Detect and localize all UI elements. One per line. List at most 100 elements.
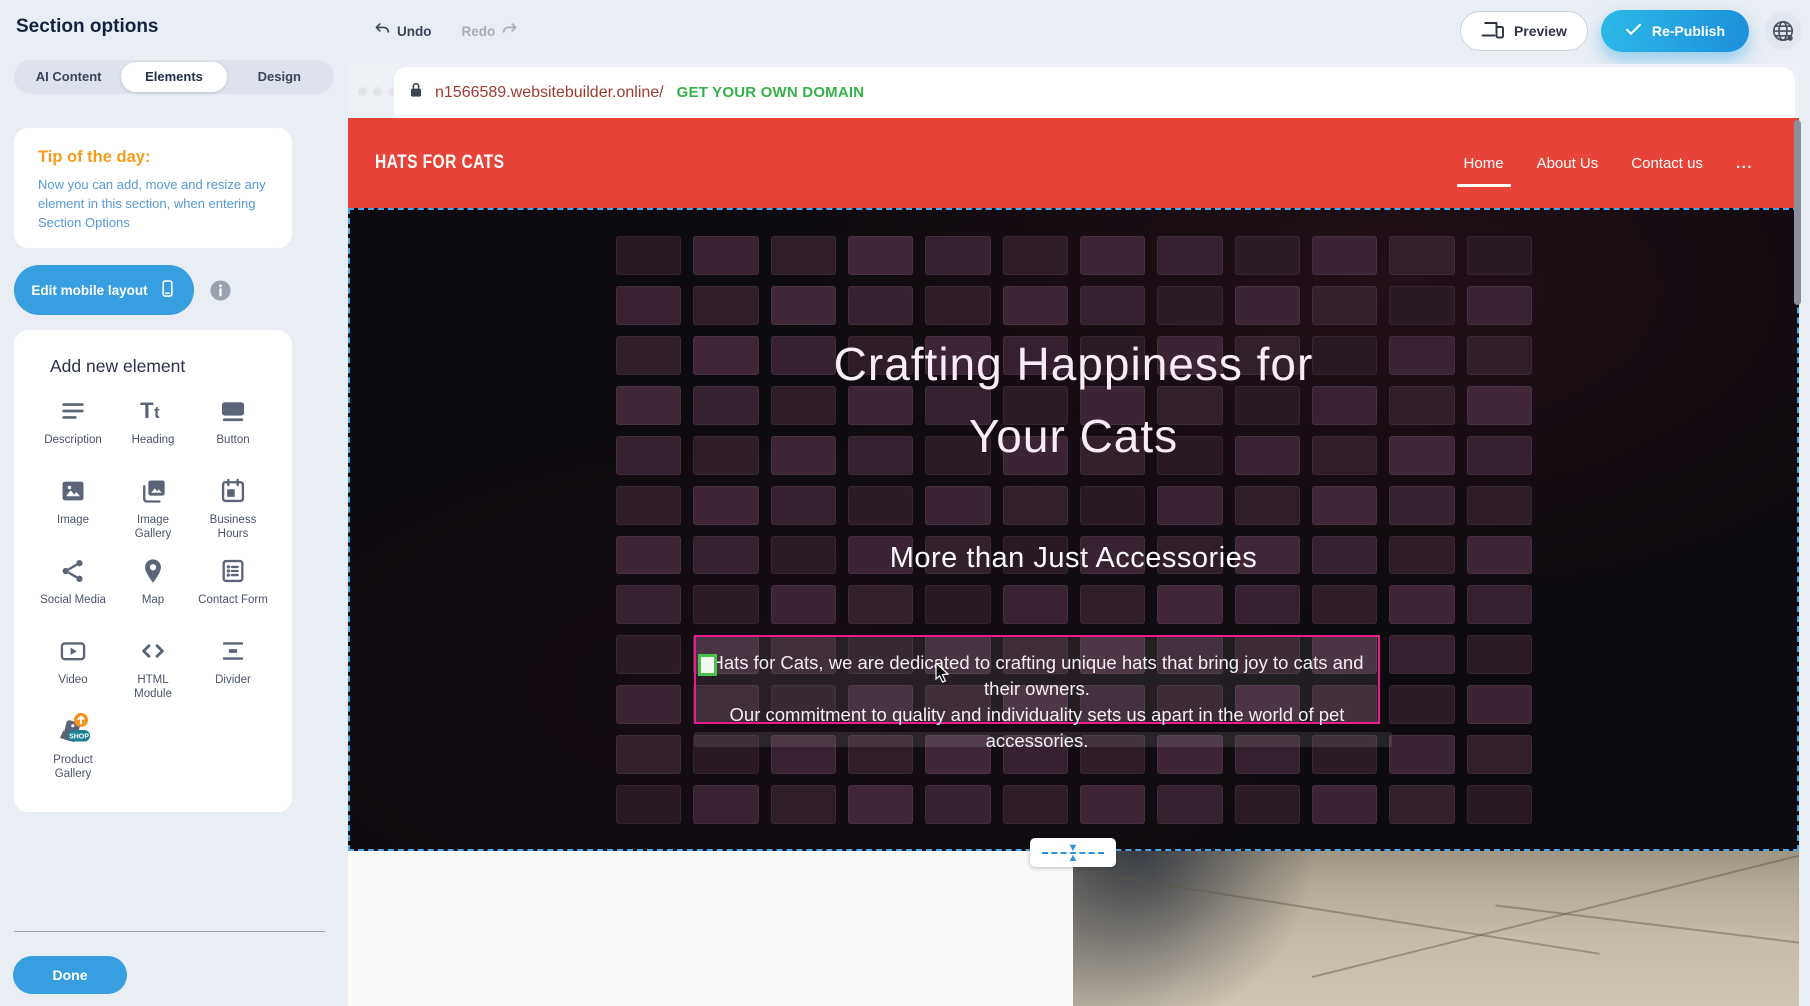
wall-tile <box>925 236 990 275</box>
wall-tile <box>1389 236 1454 275</box>
add-element-description[interactable]: Description <box>33 395 113 463</box>
nav-item-about-us[interactable]: About Us <box>1537 155 1599 172</box>
add-element-business-hours[interactable]: Business Hours <box>193 475 273 543</box>
wall-tile <box>1157 286 1222 325</box>
element-label: Image Gallery <box>118 514 188 541</box>
element-label: Image <box>38 514 108 528</box>
edit-mobile-layout-button[interactable]: Edit mobile layout <box>14 265 194 315</box>
selected-text-element[interactable]: Hats for Cats, we are dedicated to craft… <box>694 635 1380 724</box>
undo-button[interactable]: Undo <box>374 22 432 40</box>
wall-tile <box>1003 486 1068 525</box>
tab-ai-content[interactable]: AI Content <box>16 62 121 92</box>
wall-tile <box>616 635 681 674</box>
get-domain-link[interactable]: GET YOUR OWN DOMAIN <box>677 84 865 101</box>
wall-tile <box>1080 585 1145 624</box>
add-element-map[interactable]: Map <box>113 555 193 623</box>
next-section-photo <box>1073 851 1799 1006</box>
element-drag-handle[interactable] <box>698 654 717 676</box>
browser-chrome: n1566589.websitebuilder.online/ GET YOUR… <box>348 64 1799 118</box>
add-element-social-media[interactable]: Social Media <box>33 555 113 623</box>
wall-tile <box>616 286 681 325</box>
site-logo[interactable]: HATS FOR CATS <box>375 152 504 174</box>
wall-tile <box>1235 236 1300 275</box>
wall-tile <box>1467 486 1532 525</box>
wall-tile <box>1389 785 1454 824</box>
nav-item-home[interactable]: Home <box>1464 155 1504 172</box>
republish-button[interactable]: Re-Publish <box>1601 10 1749 52</box>
add-element-contact-form[interactable]: Contact Form <box>193 555 273 623</box>
preview-button[interactable]: Preview <box>1460 11 1588 51</box>
element-label: Description <box>38 434 108 448</box>
window-dots <box>358 64 397 118</box>
redo-button[interactable]: Redo <box>462 22 519 40</box>
address-bar[interactable]: n1566589.websitebuilder.online/ GET YOUR… <box>394 67 1795 118</box>
add-new-element-title: Add new element <box>14 356 292 377</box>
wall-tile <box>848 785 913 824</box>
wall-tile <box>1389 486 1454 525</box>
wall-tile <box>1003 286 1068 325</box>
wall-tile <box>616 685 681 724</box>
divider-icon <box>217 635 249 667</box>
arrow-down-icon: ▼ <box>1068 844 1079 852</box>
wall-tile <box>1157 236 1222 275</box>
canvas-scrollbar[interactable] <box>1794 120 1801 305</box>
add-element-html-module[interactable]: HTML Module <box>113 635 193 703</box>
done-button[interactable]: Done <box>13 956 127 994</box>
check-icon <box>1625 22 1642 40</box>
hero-subtitle[interactable]: More than Just Accessories <box>350 542 1797 575</box>
wall-tile <box>1312 785 1377 824</box>
add-element-video[interactable]: Video <box>33 635 113 703</box>
edit-mobile-layout-label: Edit mobile layout <box>31 283 147 298</box>
lock-icon <box>408 81 424 104</box>
section-resize-handle[interactable]: ▼ ▲ <box>1030 838 1116 867</box>
wall-tile <box>693 785 758 824</box>
language-globe-icon[interactable] <box>1764 12 1802 50</box>
wall-tile <box>1467 735 1532 774</box>
wall-tile <box>925 286 990 325</box>
tip-of-the-day-card: Tip of the day: Now you can add, move an… <box>14 128 292 248</box>
add-element-image-gallery[interactable]: Image Gallery <box>113 475 193 543</box>
wall-tile <box>1157 785 1222 824</box>
wall-tile <box>848 286 913 325</box>
wall-tile <box>848 585 913 624</box>
wall-tile <box>771 486 836 525</box>
element-label: Business Hours <box>198 514 268 541</box>
site-header[interactable]: HATS FOR CATS Home About Us Contact us... <box>348 118 1799 208</box>
hero-section-selected[interactable]: Crafting Happiness for Your Cats More th… <box>348 208 1799 851</box>
nav-item-contact-us[interactable]: Contact us <box>1631 155 1703 172</box>
wall-tile <box>1467 785 1532 824</box>
site-url[interactable]: n1566589.websitebuilder.online/ <box>435 84 664 102</box>
wall-tile <box>1235 785 1300 824</box>
phone-icon <box>158 279 177 301</box>
nav-overflow-ellipsis[interactable]: ... <box>1736 155 1753 172</box>
map-icon <box>137 555 169 587</box>
element-label: Product Gallery <box>38 754 108 781</box>
wall-tile <box>1157 486 1222 525</box>
add-element-product-gallery[interactable]: SHOPProduct Gallery <box>33 715 113 783</box>
social-media-icon <box>57 555 89 587</box>
wall-tile <box>925 785 990 824</box>
republish-label: Re-Publish <box>1652 23 1725 39</box>
add-element-divider[interactable]: Divider <box>193 635 273 703</box>
wall-tile <box>1157 585 1222 624</box>
element-label: Social Media <box>38 594 108 608</box>
button-icon <box>217 395 249 427</box>
wall-tile <box>1389 685 1454 724</box>
wall-tile <box>1389 286 1454 325</box>
add-element-image[interactable]: Image <box>33 475 113 543</box>
tip-body: Now you can add, move and resize any ele… <box>38 176 290 233</box>
info-icon[interactable] <box>209 279 232 302</box>
hero-title[interactable]: Crafting Happiness for Your Cats <box>350 328 1797 472</box>
next-section[interactable] <box>348 851 1799 1006</box>
wall-tile <box>1235 286 1300 325</box>
element-label: Divider <box>198 674 268 688</box>
wall-tile <box>1389 585 1454 624</box>
add-element-heading[interactable]: TtHeading <box>113 395 193 463</box>
video-icon <box>57 635 89 667</box>
tab-design[interactable]: Design <box>227 62 332 92</box>
add-element-button[interactable]: Button <box>193 395 273 463</box>
wall-tile <box>1467 286 1532 325</box>
svg-text:t: t <box>154 404 160 422</box>
tab-elements[interactable]: Elements <box>121 62 226 92</box>
wall-tile <box>616 735 681 774</box>
